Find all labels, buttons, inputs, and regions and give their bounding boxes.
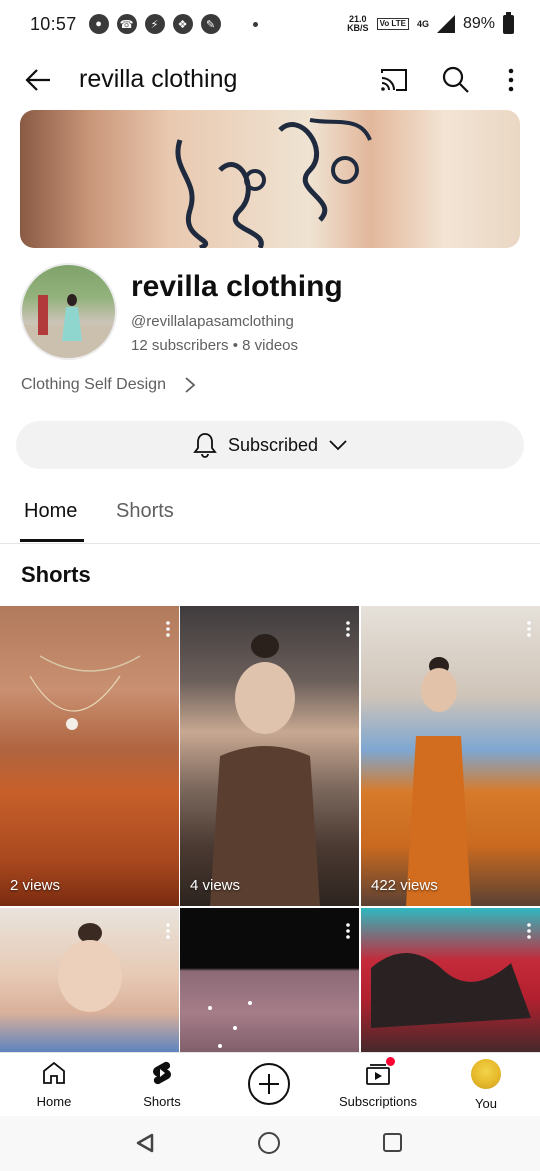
nav-shorts-label: Shorts	[143, 1094, 181, 1109]
cast-icon[interactable]	[378, 64, 410, 96]
short-thumbnail[interactable]: 2 views	[0, 606, 179, 906]
active-tab-indicator	[20, 539, 84, 542]
short-image	[371, 953, 531, 1028]
net-speed: 21.0 KB/S	[347, 15, 369, 33]
short-image	[406, 657, 471, 906]
channel-description[interactable]: Clothing Self Design	[21, 376, 196, 394]
notification-dot	[386, 1057, 395, 1066]
channel-tabs: Home Shorts	[0, 484, 540, 544]
banner-pattern	[175, 118, 372, 248]
more-vert-icon[interactable]	[526, 620, 532, 638]
short-image	[58, 923, 122, 1012]
network-type: 4G	[416, 19, 429, 29]
more-vert-icon[interactable]	[165, 620, 171, 638]
app-bar: revilla clothing	[0, 52, 540, 108]
channel-stats: 12 subscribers • 8 videos	[131, 337, 298, 354]
shorts-icon	[153, 1061, 171, 1085]
status-time: 10:57	[30, 13, 77, 34]
short-thumbnail[interactable]	[0, 908, 179, 1058]
shorts-grid: 2 views 4 views 422 views	[0, 606, 540, 1058]
chevron-right-icon	[185, 377, 196, 393]
channel-description-text: Clothing Self Design	[21, 376, 166, 393]
more-vert-icon[interactable]	[165, 922, 171, 940]
short-thumbnail[interactable]	[180, 908, 359, 1058]
status-bar: 10:57 ● ☎ ⚡ ❖ ✎ 21.0 KB/S Vo LTE 4G 89%	[0, 0, 540, 48]
create-icon	[248, 1063, 290, 1105]
short-views: 2 views	[10, 877, 61, 894]
short-image	[29, 655, 141, 730]
nav-home-label: Home	[36, 1094, 72, 1109]
nav-subscriptions[interactable]: Subscriptions	[328, 1057, 428, 1109]
short-thumbnail[interactable]	[361, 908, 540, 1058]
nav-you-label: You	[475, 1096, 497, 1111]
short-thumbnail[interactable]: 422 views	[361, 606, 540, 906]
back-arrow-icon[interactable]	[22, 64, 54, 96]
short-image	[208, 1001, 252, 1048]
system-back-icon[interactable]	[134, 1132, 156, 1154]
chevron-down-icon	[329, 440, 347, 451]
volte-icon: Vo LTE	[376, 18, 409, 30]
subscribed-button[interactable]: Subscribed	[16, 421, 524, 469]
bottom-navigation: Home Shorts Subscriptions You	[0, 1052, 540, 1116]
bell-icon	[193, 433, 217, 458]
page-title: revilla clothing	[79, 65, 238, 93]
whatsapp-icon: ☎	[116, 14, 137, 34]
nav-subscriptions-label: Subscriptions	[338, 1094, 418, 1109]
nav-home[interactable]: Home	[4, 1059, 104, 1109]
section-title: Shorts	[21, 562, 91, 587]
more-vert-icon[interactable]	[345, 620, 351, 638]
more-vert-icon[interactable]	[500, 64, 522, 96]
more-vert-icon[interactable]	[345, 922, 351, 940]
system-recents-icon[interactable]	[383, 1133, 402, 1152]
snapchat-icon: ●	[88, 14, 109, 34]
messenger-icon: ⚡	[144, 14, 165, 34]
short-views: 422 views	[371, 877, 438, 894]
system-navigation-bar	[0, 1116, 540, 1171]
channel-banner	[20, 110, 520, 248]
net-speed-unit: KB/S	[347, 23, 369, 33]
plus-icon	[259, 1074, 279, 1094]
battery-percent: 89%	[462, 15, 495, 32]
more-notifications-dot	[252, 21, 258, 27]
battery-icon	[503, 11, 514, 34]
channel-name: revilla clothing	[131, 270, 343, 303]
short-image	[210, 634, 320, 906]
tab-home[interactable]: Home	[24, 500, 77, 523]
signal-icon	[436, 15, 455, 33]
channel-handle: @revillalapasamclothing	[131, 313, 294, 330]
more-vert-icon[interactable]	[526, 922, 532, 940]
app-notification-icon-2: ✎	[200, 14, 221, 34]
avatar-image	[22, 294, 115, 358]
system-home-icon[interactable]	[258, 1132, 280, 1154]
subscribed-label: Subscribed	[227, 434, 319, 455]
search-icon[interactable]	[440, 64, 472, 96]
nav-you[interactable]: You	[436, 1059, 536, 1111]
status-right: 21.0 KB/S Vo LTE 4G 89%	[347, 11, 514, 34]
channel-avatar[interactable]	[20, 263, 117, 360]
home-icon	[43, 1061, 65, 1084]
tab-shorts[interactable]: Shorts	[116, 500, 174, 523]
app-notification-icon: ❖	[172, 14, 193, 34]
nav-create[interactable]	[219, 1057, 319, 1105]
avatar	[471, 1059, 501, 1089]
short-thumbnail[interactable]: 4 views	[180, 606, 359, 906]
notification-icons: ● ☎ ⚡ ❖ ✎	[88, 14, 258, 34]
nav-shorts[interactable]: Shorts	[112, 1059, 212, 1109]
short-views: 4 views	[190, 877, 241, 894]
